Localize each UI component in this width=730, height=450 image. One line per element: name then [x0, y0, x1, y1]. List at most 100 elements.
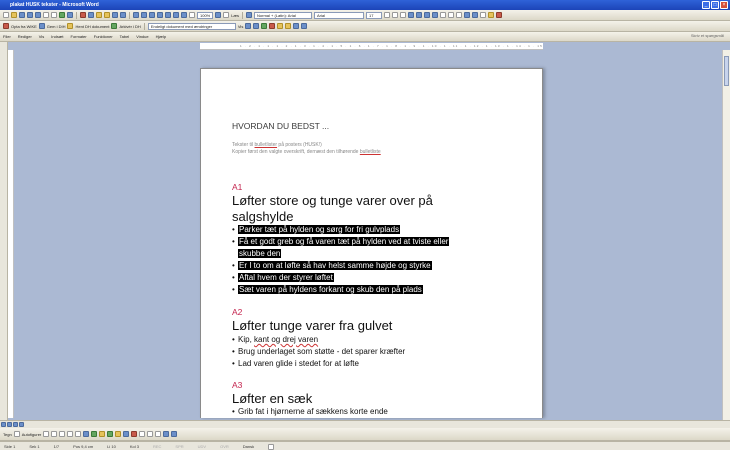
new-document-icon[interactable] [3, 12, 9, 18]
font-color-draw-icon[interactable] [131, 431, 138, 437]
justify-icon[interactable] [432, 12, 439, 18]
line-style-icon[interactable] [139, 431, 146, 437]
menu-file[interactable]: Filer [3, 34, 11, 39]
next-change-icon[interactable] [253, 23, 260, 29]
reviewing-pane-icon[interactable] [301, 23, 308, 29]
line-icon[interactable] [43, 431, 50, 437]
select-objects-icon[interactable] [13, 431, 20, 437]
help-icon[interactable] [215, 12, 222, 18]
align-right-icon[interactable] [424, 12, 431, 18]
show-hide-icon[interactable] [189, 12, 195, 18]
italic-icon[interactable] [392, 12, 399, 18]
underline-icon[interactable] [400, 12, 407, 18]
vertical-scrollbar[interactable] [722, 50, 730, 420]
web-layout-icon[interactable] [7, 422, 12, 427]
drawing-icon[interactable] [173, 12, 179, 18]
read-button[interactable]: Læs [231, 13, 239, 18]
highlight-icon[interactable] [488, 12, 495, 18]
menu-table[interactable]: Tabel [120, 34, 130, 39]
increase-indent-icon[interactable] [472, 12, 479, 18]
style-dropdown[interactable]: Normal + (Latin): Arial [254, 11, 313, 19]
clip-art-icon[interactable] [99, 431, 106, 437]
save-dh-button[interactable]: Gem i DIH [47, 24, 66, 29]
document-map-icon[interactable] [181, 12, 187, 18]
menu-insert[interactable]: Indsæt [51, 34, 63, 39]
font-size-dropdown[interactable]: 17 [366, 11, 383, 19]
accept-change-icon[interactable] [261, 23, 268, 29]
menu-format[interactable]: Formater [71, 34, 87, 39]
menu-window[interactable]: Vindue [136, 34, 148, 39]
track-changes-icon[interactable] [293, 23, 300, 29]
print-icon[interactable] [43, 12, 49, 18]
previous-change-icon[interactable] [245, 23, 252, 29]
format-painter-icon[interactable] [104, 12, 110, 18]
fill-color-icon[interactable] [115, 431, 122, 437]
spelling-status-icon[interactable] [268, 444, 275, 450]
decrease-indent-icon[interactable] [464, 12, 471, 18]
numbering-icon[interactable] [448, 12, 455, 18]
document-page[interactable]: HVORDAN DU BEDST ... Tekster til bulletl… [200, 68, 543, 418]
diagram-icon[interactable] [91, 431, 98, 437]
menu-tools[interactable]: Funktioner [94, 34, 113, 39]
scrollbar-thumb[interactable] [724, 56, 729, 86]
wordart-icon[interactable] [83, 431, 90, 437]
tables-borders-icon[interactable] [141, 12, 147, 18]
horizontal-ruler[interactable]: 1 · 2 · 1 · 1 · 1 · 2 · 1 · 3 · 1 · 4 · … [200, 43, 543, 50]
pdf-button[interactable]: Opta fra WIKE [11, 24, 37, 29]
menu-edit[interactable]: Rediger [18, 34, 32, 39]
minimize-button[interactable]: _ [702, 1, 710, 9]
border-icon[interactable] [480, 12, 487, 18]
fetch-dh-button[interactable]: Hent DH dokument [75, 24, 109, 29]
align-left-icon[interactable] [408, 12, 415, 18]
menu-view[interactable]: Vis [39, 34, 44, 39]
text-box-icon[interactable] [75, 431, 82, 437]
permission-icon[interactable] [27, 12, 33, 18]
close-button[interactable]: × [720, 1, 728, 9]
paste-icon[interactable] [96, 12, 102, 18]
vertical-ruler[interactable] [8, 50, 14, 418]
dash-style-icon[interactable] [147, 431, 154, 437]
autoshapes-menu[interactable]: Autofigurer [22, 432, 42, 437]
email-icon[interactable] [35, 12, 41, 18]
shadow-icon[interactable] [163, 431, 170, 437]
rectangle-icon[interactable] [59, 431, 66, 437]
arrow-icon[interactable] [51, 431, 58, 437]
status-extend[interactable]: UDV [198, 444, 206, 450]
show-markup-button[interactable]: Vis [238, 24, 243, 29]
save-icon[interactable] [19, 12, 25, 18]
menu-help[interactable]: Hjælp [156, 34, 166, 39]
hyperlink-icon[interactable] [133, 12, 139, 18]
spelling-icon[interactable] [59, 12, 65, 18]
maximize-button[interactable]: □ [711, 1, 719, 9]
status-track[interactable]: SPR [175, 444, 183, 450]
status-rec[interactable]: REC [153, 444, 161, 450]
insert-excel-icon[interactable] [157, 12, 163, 18]
arrow-style-icon[interactable] [155, 431, 162, 437]
styles-icon[interactable] [246, 12, 253, 18]
columns-icon[interactable] [165, 12, 171, 18]
bold-icon[interactable] [384, 12, 391, 18]
track-changes-dropdown[interactable]: Endeligt dokument med ændringer [147, 22, 236, 30]
align-center-icon[interactable] [416, 12, 423, 18]
print-layout-icon[interactable] [13, 422, 18, 427]
font-color-icon[interactable] [496, 12, 503, 18]
bullets-icon[interactable] [456, 12, 463, 18]
status-overtype[interactable]: OVR [220, 444, 229, 450]
help-question-input[interactable]: Skriv et spørgsmål [691, 33, 724, 38]
normal-view-icon[interactable] [1, 422, 6, 427]
line-color-icon[interactable] [123, 431, 130, 437]
picture-icon[interactable] [107, 431, 114, 437]
read-icon[interactable] [223, 12, 230, 18]
3d-icon[interactable] [171, 431, 178, 437]
print-preview-icon[interactable] [51, 12, 57, 18]
outline-view-icon[interactable] [19, 422, 24, 427]
archive-dh-button[interactable]: Arkivér i DH [119, 24, 140, 29]
research-icon[interactable] [67, 12, 73, 18]
line-spacing-icon[interactable] [440, 12, 447, 18]
draw-menu[interactable]: Tegn [3, 432, 12, 437]
open-folder-icon[interactable] [11, 12, 17, 18]
redo-icon[interactable] [120, 12, 126, 18]
font-dropdown[interactable]: Arial [314, 11, 365, 19]
reject-change-icon[interactable] [269, 23, 276, 29]
undo-icon[interactable] [112, 12, 118, 18]
